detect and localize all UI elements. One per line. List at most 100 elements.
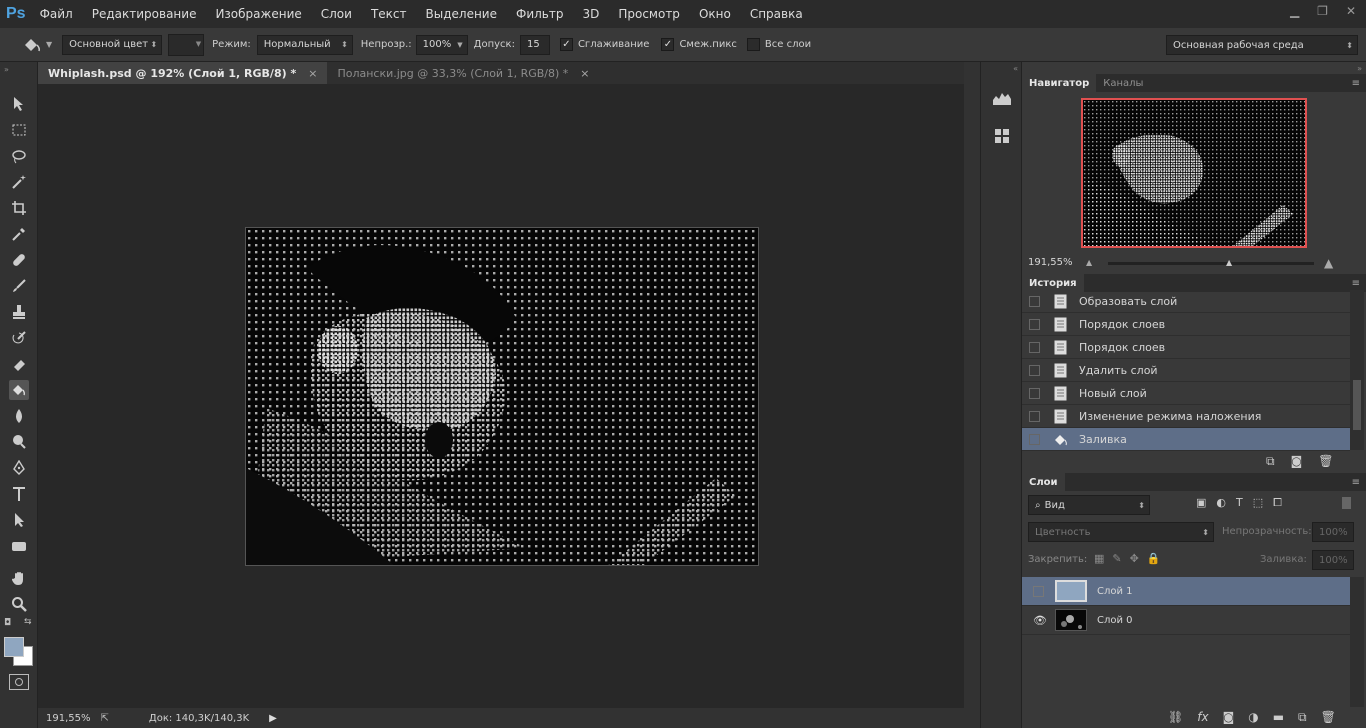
link-layers-icon[interactable]: ⛓ xyxy=(1168,710,1183,725)
history-snapshot-checkbox[interactable] xyxy=(1029,295,1040,307)
lasso-tool-icon[interactable] xyxy=(9,146,29,166)
close-tab-icon[interactable]: × xyxy=(580,67,589,80)
eyedropper-tool-icon[interactable] xyxy=(9,224,29,244)
menu-select[interactable]: Выделение xyxy=(426,7,497,21)
layer-fill-field[interactable]: 100% xyxy=(1312,550,1354,570)
history-snapshot-checkbox[interactable] xyxy=(1029,318,1040,330)
paint-bucket-tool-icon[interactable] xyxy=(9,380,29,400)
history-item[interactable]: Изменение режима наложения xyxy=(1022,405,1350,428)
filter-shape-icon[interactable]: ⬚ xyxy=(1253,496,1263,510)
history-snapshot-checkbox[interactable] xyxy=(1029,364,1040,376)
menu-window[interactable]: Окно xyxy=(699,7,731,21)
filter-type-icon[interactable]: T xyxy=(1236,496,1243,510)
delete-state-icon[interactable]: 🗑 xyxy=(1318,454,1333,469)
zoom-slider-thumb[interactable]: ▲ xyxy=(1226,258,1232,267)
minimize-icon[interactable]: ▁ xyxy=(1290,4,1299,18)
type-tool-icon[interactable] xyxy=(9,484,29,504)
zoom-level[interactable]: 191,55% xyxy=(46,713,91,724)
contiguous-checkbox[interactable]: ✓ Смеж.пикс xyxy=(661,38,737,51)
collapse-toolbox-icon[interactable]: » xyxy=(4,65,9,74)
path-selection-tool-icon[interactable] xyxy=(9,510,29,530)
panel-menu-icon[interactable]: ≡ xyxy=(1352,78,1360,89)
layer-style-icon[interactable]: fx xyxy=(1197,710,1208,725)
close-icon[interactable]: ✕ xyxy=(1346,4,1356,18)
mode-select[interactable]: Нормальный ⬍ xyxy=(256,34,353,55)
history-scrollbar[interactable] xyxy=(1350,290,1364,450)
clone-stamp-tool-icon[interactable] xyxy=(9,302,29,322)
delete-layer-icon[interactable]: 🗑 xyxy=(1321,710,1336,725)
lock-pixels-icon[interactable]: ✎ xyxy=(1112,552,1121,565)
blend-mode-select[interactable]: Цветность ⬍ xyxy=(1028,522,1214,542)
status-menu-arrow-icon[interactable]: ▶ xyxy=(269,713,277,724)
move-tool-icon[interactable] xyxy=(9,94,29,114)
eye-icon[interactable]: 👁 xyxy=(1033,614,1047,627)
tab-layers[interactable]: Слои xyxy=(1022,473,1065,491)
zoom-in-icon[interactable]: ▲ xyxy=(1324,256,1333,270)
tab-polanski[interactable]: Полански.jpg @ 33,3% (Слой 1, RGB/8) * × xyxy=(327,62,599,84)
menu-edit[interactable]: Редактирование xyxy=(92,7,197,21)
navigator-zoom-slider[interactable]: ▲ xyxy=(1108,258,1314,267)
eraser-tool-icon[interactable] xyxy=(9,354,29,374)
workspace-select[interactable]: Основная рабочая среда ⬍ xyxy=(1166,35,1358,55)
menu-view[interactable]: Просмотр xyxy=(618,7,680,21)
zoom-tool-icon[interactable] xyxy=(9,594,29,614)
opacity-field[interactable]: 100% ▼ xyxy=(415,34,468,55)
lock-transparent-icon[interactable]: ▦ xyxy=(1094,552,1104,565)
layer-row-selected[interactable]: Слой 1 xyxy=(1022,577,1350,606)
history-item[interactable]: Порядок слоев xyxy=(1022,336,1350,359)
filter-adjustment-icon[interactable]: ◐ xyxy=(1216,496,1226,510)
menu-filter[interactable]: Фильтр xyxy=(516,7,563,21)
pattern-picker[interactable]: ▼ xyxy=(168,33,205,56)
filter-smart-object-icon[interactable]: ⧠ xyxy=(1273,496,1282,510)
layers-scrollbar[interactable] xyxy=(1350,577,1364,707)
filter-toggle[interactable] xyxy=(1342,497,1351,509)
dodge-tool-icon[interactable] xyxy=(9,432,29,452)
history-snapshot-checkbox[interactable] xyxy=(1029,341,1040,353)
preset-chevron-down-icon[interactable]: ▼ xyxy=(46,40,52,49)
healing-brush-tool-icon[interactable] xyxy=(9,250,29,270)
layer-opacity-field[interactable]: 100% xyxy=(1312,522,1354,542)
document-image[interactable] xyxy=(245,227,759,566)
tolerance-field[interactable]: 15 xyxy=(519,34,550,55)
history-item[interactable]: Образовать слой xyxy=(1022,290,1350,313)
magic-wand-tool-icon[interactable] xyxy=(9,172,29,192)
zoom-out-icon[interactable]: ▲ xyxy=(1086,258,1092,267)
tab-channels[interactable]: Каналы xyxy=(1096,74,1150,92)
canvas-scrollbar[interactable] xyxy=(964,62,980,708)
menu-text[interactable]: Текст xyxy=(371,7,407,21)
new-layer-icon[interactable]: ⧉ xyxy=(1298,710,1307,725)
new-document-from-state-icon[interactable]: ⧉ xyxy=(1266,454,1275,469)
crop-tool-icon[interactable] xyxy=(9,198,29,218)
new-group-icon[interactable]: ▬ xyxy=(1273,710,1284,725)
tab-whiplash[interactable]: Whiplash.psd @ 192% (Слой 1, RGB/8) * × xyxy=(38,62,328,84)
layer-row[interactable]: 👁 Слой 0 xyxy=(1022,606,1350,635)
new-snapshot-icon[interactable]: ◙ xyxy=(1291,454,1303,469)
history-item[interactable]: Порядок слоев xyxy=(1022,313,1350,336)
history-brush-tool-icon[interactable] xyxy=(9,328,29,348)
menu-layers[interactable]: Слои xyxy=(321,7,352,21)
hand-tool-icon[interactable] xyxy=(9,568,29,588)
lock-position-icon[interactable]: ✥ xyxy=(1130,552,1139,565)
adjustment-layer-icon[interactable]: ◑ xyxy=(1248,710,1258,725)
close-tab-icon[interactable]: × xyxy=(308,67,317,80)
layer-filter-select[interactable]: ⌕ Вид ⬍ xyxy=(1028,495,1150,515)
menu-image[interactable]: Изображение xyxy=(215,7,301,21)
3d-panel-icon[interactable] xyxy=(992,126,1012,146)
history-snapshot-checkbox[interactable] xyxy=(1029,410,1040,422)
swap-colors-icon[interactable]: ⇆ xyxy=(24,617,32,627)
export-icon[interactable]: ⇱ xyxy=(101,713,109,724)
menu-file[interactable]: Файл xyxy=(40,7,73,21)
brush-tool-icon[interactable] xyxy=(9,276,29,296)
menu-3d[interactable]: 3D xyxy=(582,7,599,21)
expand-dock-icon[interactable]: « xyxy=(1013,64,1018,73)
paint-bucket-preset-icon[interactable] xyxy=(22,36,42,54)
restore-icon[interactable]: ❐ xyxy=(1317,4,1328,18)
pen-tool-icon[interactable] xyxy=(9,458,29,478)
history-snapshot-checkbox[interactable] xyxy=(1029,433,1040,445)
blur-tool-icon[interactable] xyxy=(9,406,29,426)
rectangle-tool-icon[interactable] xyxy=(9,536,29,556)
add-mask-icon[interactable]: ◙ xyxy=(1223,710,1235,725)
lock-all-icon[interactable]: 🔒 xyxy=(1147,552,1161,565)
history-item[interactable]: Удалить слой xyxy=(1022,359,1350,382)
histogram-icon[interactable] xyxy=(992,90,1012,106)
